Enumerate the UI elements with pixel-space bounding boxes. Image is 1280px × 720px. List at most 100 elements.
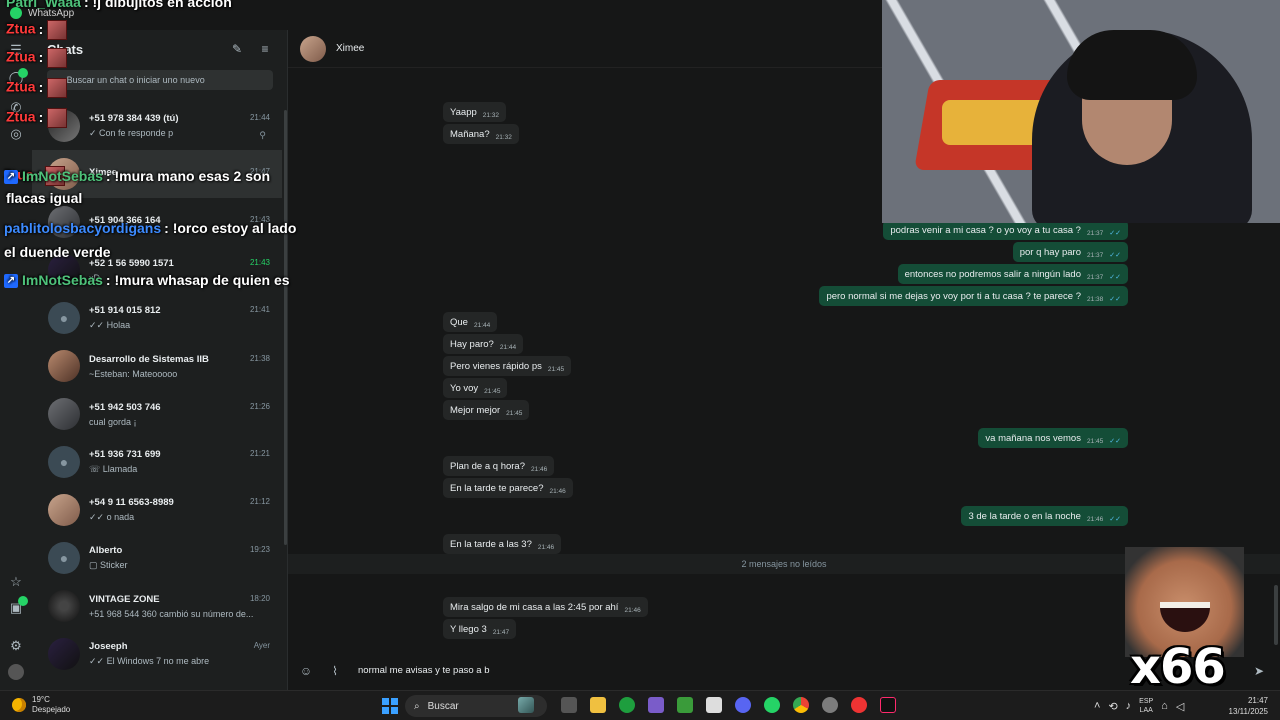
webcam-overlay — [882, 0, 1280, 223]
outgoing-message[interactable]: va mañana nos vemos 21:45 ✓✓ — [978, 428, 1128, 448]
language-indicator[interactable]: ESP LAA — [1139, 697, 1153, 715]
message-text: En la tarde a las 3? — [450, 538, 532, 550]
chat-time: 21:43 — [249, 214, 270, 224]
profile-avatar[interactable] — [8, 664, 24, 680]
settings-icon[interactable]: ⚙ — [8, 638, 24, 654]
contact-name[interactable]: Ximee — [336, 43, 364, 54]
chat-time: 21:26 — [249, 401, 270, 411]
network-icon[interactable]: ⌂ — [1161, 700, 1168, 712]
pin-icon: ⚲ — [259, 130, 266, 140]
search-highlight-icon[interactable] — [518, 697, 534, 713]
incoming-message[interactable]: Plan de a q hora? 21:46 — [443, 456, 555, 476]
outgoing-message[interactable]: pero normal si me dejas yo voy por ti a … — [819, 286, 1128, 306]
tiktok-icon[interactable] — [880, 697, 896, 713]
message-text: Que — [450, 316, 468, 328]
attach-icon[interactable]: ⌇ — [328, 664, 342, 678]
mic-icon[interactable]: ♪ — [1126, 700, 1132, 712]
read-receipt-icon: ✓✓ — [1109, 438, 1121, 445]
chat-preview: ✓✓ o nada — [89, 512, 135, 522]
outgoing-message[interactable]: podras venir a mi casa ? o yo voy a tu c… — [883, 220, 1128, 240]
chat-list-item[interactable]: ● +51 936 731 699 21:21 ☏ Llamada — [32, 438, 282, 486]
chat-time: 21:43 — [249, 257, 270, 267]
incoming-message[interactable]: En la tarde te parece? 21:46 — [443, 478, 573, 498]
chat-list-item[interactable]: Ximee 21:47 — [32, 150, 282, 198]
chat-avatar — [48, 590, 80, 622]
chrome-icon[interactable] — [793, 697, 809, 713]
file-explorer-icon[interactable] — [590, 697, 606, 713]
message-time: 21:44 — [473, 321, 491, 329]
lang-code: ESP — [1139, 698, 1154, 705]
incoming-message[interactable]: Y llego 3 21:47 — [443, 619, 517, 639]
chat-avatar — [48, 110, 80, 142]
starred-icon[interactable]: ☆ — [8, 574, 24, 590]
chat-list-item[interactable]: VINTAGE ZONE 18:20 +51 968 544 360 cambió … — [32, 582, 282, 630]
record-icon[interactable] — [851, 697, 867, 713]
chat-list-item[interactable]: ● +51 914 015 812 21:41 ✓✓ Holaa — [32, 294, 282, 342]
chat-list-item[interactable]: +51 978 384 439 (tú) 21:44 ✓ Con fe respon… — [32, 102, 282, 150]
minecraft-icon[interactable] — [677, 697, 693, 713]
chevron-up-icon[interactable]: ˄ — [1094, 700, 1100, 712]
outgoing-message[interactable]: por q hay paro 21:37 ✓✓ — [1012, 242, 1128, 262]
notes-icon[interactable] — [706, 697, 722, 713]
read-receipt-icon: ✓✓ — [1109, 230, 1121, 237]
xbox-icon[interactable] — [619, 697, 635, 713]
incoming-message[interactable]: Que 21:44 — [443, 312, 498, 332]
filter-icon[interactable]: ≡ — [258, 42, 272, 56]
chat-list-scrollbar[interactable] — [284, 110, 287, 545]
contact-avatar[interactable] — [300, 35, 326, 62]
outgoing-message[interactable]: entonces no podremos salir a ningún lado… — [897, 264, 1128, 284]
sync-icon[interactable]: ⟲ — [1108, 700, 1117, 713]
outgoing-message[interactable]: 3 de la tarde o en la noche 21:46 ✓✓ — [961, 506, 1128, 526]
chat-avatar — [48, 350, 80, 382]
message-text: 3 de la tarde o en la noche — [968, 510, 1081, 522]
message-input[interactable]: normal me avisas y te paso a b — [358, 665, 489, 676]
chat-list-item[interactable]: +51 904 366 164 21:43 — [32, 198, 282, 246]
chat-list-item[interactable]: +51 942 503 746 21:26 cual gorda ¡ — [32, 390, 282, 438]
discord-icon[interactable] — [735, 697, 751, 713]
send-icon[interactable]: ➤ — [1254, 664, 1264, 678]
start-button[interactable] — [382, 698, 398, 714]
incoming-message[interactable]: En la tarde a las 3? 21:46 — [443, 534, 562, 554]
incoming-message[interactable]: Mañana? 21:32 — [443, 124, 519, 144]
chat-list-item[interactable]: +52 1 56 5990 1571 21:43 xD — [32, 246, 282, 294]
system-tray: ˄ ⟲ ♪ ESP LAA ⌂ ◁ — [1094, 695, 1184, 717]
incoming-message[interactable]: Yo voy 21:45 — [443, 378, 508, 398]
incoming-message[interactable]: Yaapp 21:32 — [443, 102, 507, 122]
new-chat-icon[interactable]: ✎ — [230, 42, 244, 56]
app-icon[interactable] — [822, 697, 838, 713]
menu-icon[interactable]: ☰ — [8, 42, 24, 58]
chat-list-item[interactable]: ● Alberto 19:23 ▢ Sticker — [32, 534, 282, 582]
incoming-message[interactable]: Mira salgo de mi casa a las 2:45 por ahí… — [443, 597, 648, 617]
message-text: Mira salgo de mi casa a las 2:45 por ahí — [450, 601, 619, 613]
emoji-icon[interactable]: ☺ — [299, 664, 313, 678]
chat-time: 19:23 — [249, 545, 270, 554]
read-receipt-icon: ✓✓ — [1109, 274, 1121, 281]
weather-widget[interactable]: 19°C Despejado — [12, 695, 70, 715]
chat-preview: cual gorda ¡ — [89, 416, 137, 427]
store-icon[interactable] — [648, 697, 664, 713]
emote-overlay: x66 — [1125, 547, 1244, 697]
chat-list-panel: Chats ✎ ≡ ⌕ Buscar un chat o iniciar uno… — [32, 30, 288, 690]
chat-search-input[interactable]: ⌕ Buscar un chat o iniciar uno nuevo — [47, 70, 273, 90]
chat-list-item[interactable]: +54 9 11 6563-8989 21:12 ✓✓ o nada — [32, 486, 282, 534]
message-time: 21:46 — [537, 543, 555, 551]
nav-rail: ☰ ◯ ✆ ◎ ☆ ▣ ⚙ — [0, 30, 32, 690]
calls-icon[interactable]: ✆ — [8, 100, 24, 116]
chat-name: Alberto — [89, 545, 123, 556]
clock[interactable]: 21:47 13/11/2025 — [1229, 695, 1268, 717]
conversation-scrollbar[interactable] — [1274, 585, 1278, 645]
incoming-message[interactable]: Mejor mejor 21:45 — [443, 400, 530, 420]
status-icon[interactable]: ◎ — [8, 126, 24, 142]
incoming-message[interactable]: Pero vienes rápido ps 21:45 — [443, 356, 572, 376]
chat-avatar — [48, 638, 80, 670]
task-view-icon[interactable] — [561, 697, 577, 713]
chat-time: 21:41 — [249, 305, 270, 314]
chat-list-item[interactable]: Desarrollo de Sistemas IIB 21:38 ~Esteban:… — [32, 342, 282, 390]
whatsapp-taskbar-icon[interactable] — [764, 697, 780, 713]
message-text: podras venir a mi casa ? o yo voy a tu c… — [890, 224, 1081, 236]
chat-time: Ayer — [253, 641, 270, 650]
volume-icon[interactable]: ◁ — [1176, 700, 1184, 713]
incoming-message[interactable]: Hay paro? 21:44 — [443, 334, 524, 354]
chat-list-item[interactable]: Joseeph Ayer ✓✓ El Windows 7 no me abre — [32, 630, 282, 678]
chat-time: 18:20 — [249, 593, 270, 603]
